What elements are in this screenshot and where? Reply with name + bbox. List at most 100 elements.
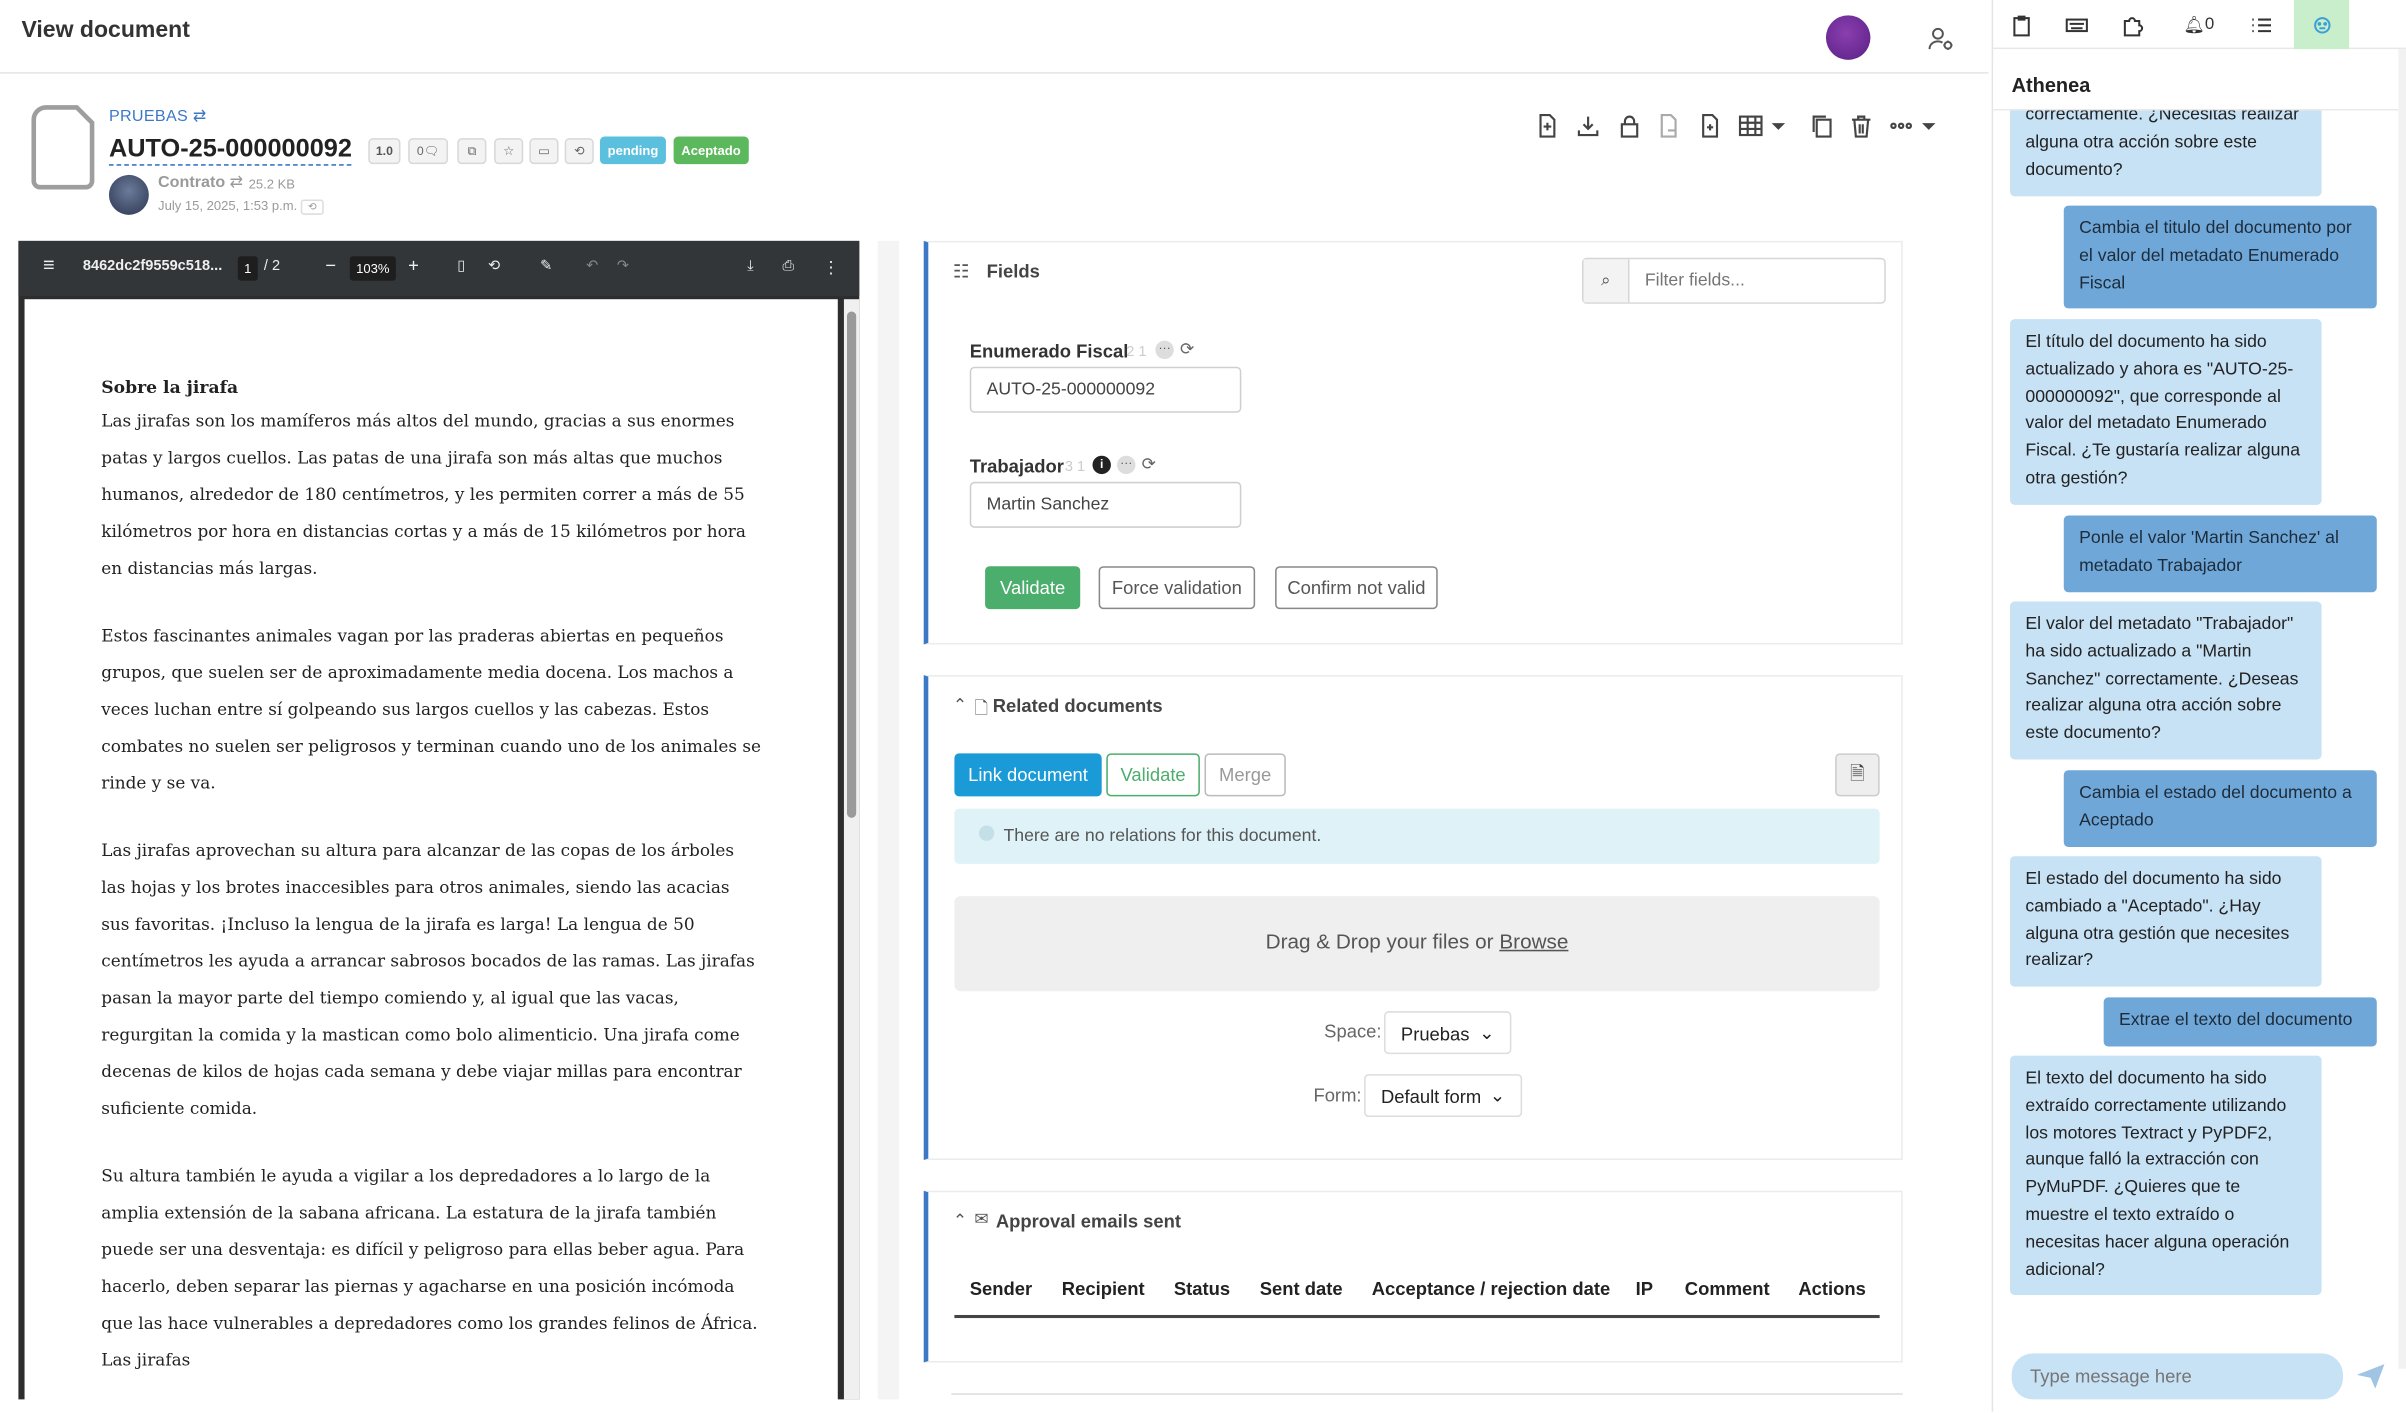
lock-icon[interactable] <box>1614 110 1645 141</box>
download-icon[interactable]: ⤓ <box>747 258 753 275</box>
form-label: Form: <box>1313 1084 1362 1107</box>
rotate-icon[interactable]: ⟲ <box>488 258 500 275</box>
panel-resize-handle[interactable] <box>877 240 900 1400</box>
history-icon[interactable]: ⟲ <box>300 199 324 215</box>
link-document-button[interactable]: Link document <box>954 753 1102 797</box>
validate-relations-button[interactable]: Validate <box>1106 753 1200 797</box>
space-link[interactable]: PRUEBAS ⇄ <box>109 107 207 125</box>
column-header[interactable]: Sent date <box>1260 1278 1343 1299</box>
tasks-icon[interactable] <box>2233 0 2288 49</box>
chevron-down-icon[interactable] <box>1768 110 1789 141</box>
filter-fields-input[interactable] <box>1629 259 1876 303</box>
zoom-in-icon[interactable]: + <box>408 255 419 276</box>
comments-chip[interactable]: 0 🗨︎ <box>408 138 449 165</box>
merge-button[interactable]: Merge <box>1204 753 1286 797</box>
page-paragraph: Las jirafas aprovechan su altura para al… <box>101 840 755 1119</box>
chevron-down-icon: ⌄ <box>1479 1021 1495 1044</box>
refresh-icon[interactable]: ⟳ <box>1142 454 1156 474</box>
add-file-icon[interactable]: 🗎︎ <box>1835 753 1880 797</box>
column-header[interactable]: Actions <box>1798 1278 1866 1299</box>
browse-link[interactable]: Browse <box>1499 930 1568 953</box>
table-icon[interactable] <box>1735 110 1766 141</box>
column-header[interactable]: Acceptance / rejection date <box>1372 1278 1610 1299</box>
space-name[interactable]: PRUEBAS <box>109 107 188 125</box>
user-message: Cambia el titulo del documento por el va… <box>2063 205 2377 310</box>
pdf-icon[interactable] <box>1654 110 1685 141</box>
share-chip[interactable]: ⧉ <box>457 138 487 165</box>
trash-icon[interactable] <box>1846 110 1877 141</box>
force-validation-button[interactable]: Force validation <box>1098 566 1256 610</box>
duplicate-icon[interactable] <box>1806 110 1837 141</box>
column-header[interactable]: Comment <box>1685 1278 1770 1299</box>
fit-page-icon[interactable]: ▯ <box>457 258 465 275</box>
file-size: 25.2 KB <box>248 176 295 192</box>
refresh-icon[interactable]: ⟳ <box>1180 339 1194 359</box>
more-icon[interactable]: ··· <box>1117 455 1136 475</box>
confirm-not-valid-button[interactable]: Confirm not valid <box>1275 566 1438 610</box>
pdf-scrollbar[interactable] <box>843 299 860 1400</box>
favorite-chip[interactable]: ☆ <box>494 138 524 165</box>
chevron-down-icon: ⌄ <box>1489 1084 1506 1107</box>
assistant-icon[interactable] <box>2293 0 2350 50</box>
notifications-tab[interactable]: 🔔︎ 0 <box>2168 0 2229 49</box>
sidebar-tabs: 🔔︎ 0 <box>1993 0 2406 50</box>
fields-title: Fields <box>986 260 1040 283</box>
filter-fields-box: ⌕ <box>1581 257 1886 304</box>
user-settings-icon[interactable] <box>1927 25 1955 53</box>
version-chip[interactable]: 1.0 <box>368 138 401 165</box>
redo-icon[interactable]: ↷ <box>617 258 629 275</box>
file-dropzone[interactable]: Drag & Drop your files or Browse <box>954 896 1880 992</box>
field-label-enumerado-fiscal: Enumerado Fiscal <box>969 340 1129 363</box>
column-header[interactable]: IP <box>1636 1278 1653 1299</box>
chat-title: Athenea <box>1993 61 2399 111</box>
status-badge-pending[interactable]: pending <box>599 136 667 165</box>
chevron-up-icon[interactable]: ⌃ <box>953 695 967 715</box>
undo-icon[interactable]: ↶ <box>586 258 598 275</box>
clipboard-icon[interactable] <box>1993 0 2048 49</box>
pdf-toolbar: ≡ 8462dc2f9559c518... 1 / 2 − 103% + ▯ ⟲… <box>18 240 860 297</box>
annotate-icon[interactable]: ✎ <box>540 258 552 275</box>
space-label: Space: <box>1324 1020 1382 1042</box>
approval-emails-panel: ⌃ ✉ Approval emails sent Sender Recipien… <box>923 1190 1903 1363</box>
info-icon <box>978 825 995 841</box>
column-header[interactable]: Recipient <box>1062 1278 1145 1299</box>
info-icon[interactable]: i <box>1092 455 1111 475</box>
document-title[interactable]: AUTO-25-000000092 <box>108 133 352 166</box>
chevron-up-icon[interactable]: ⌃ <box>953 1211 967 1230</box>
enumerado-fiscal-input[interactable]: AUTO-25-000000092 <box>969 366 1242 413</box>
scrollbar-thumb[interactable] <box>846 311 857 818</box>
more-icon[interactable] <box>1886 110 1917 141</box>
more-icon[interactable]: ··· <box>1155 340 1174 360</box>
envelope-icon: ✉ <box>974 1210 989 1230</box>
new-version-icon[interactable] <box>1531 110 1562 141</box>
more-icon[interactable]: ⋮ <box>822 258 839 277</box>
file-icon <box>31 105 95 190</box>
avatar[interactable] <box>1825 15 1871 60</box>
chat-message-input[interactable] <box>2011 1353 2344 1400</box>
space-select[interactable]: Pruebas ⌄ <box>1384 1011 1512 1055</box>
validate-button[interactable]: Validate <box>985 566 1081 610</box>
bell-icon: 🔔︎ <box>2183 16 2205 35</box>
puzzle-icon[interactable] <box>2104 0 2159 49</box>
column-header[interactable]: Sender <box>970 1278 1032 1299</box>
zoom-out-icon[interactable]: − <box>325 255 336 276</box>
download-icon[interactable] <box>1573 110 1604 141</box>
zoom-level[interactable]: 103% <box>349 256 396 281</box>
document-type-label: Contrato <box>158 173 226 192</box>
folder-chip[interactable]: ▭ <box>529 138 559 165</box>
document-type[interactable]: Contrato ⇄ <box>158 173 243 191</box>
send-icon[interactable] <box>2355 1363 2386 1391</box>
page-number-input[interactable]: 1 <box>237 256 258 281</box>
menu-icon[interactable]: ≡ <box>43 253 55 276</box>
chevron-down-icon[interactable] <box>1918 110 1939 141</box>
pdf-viewer: ≡ 8462dc2f9559c518... 1 / 2 − 103% + ▯ ⟲… <box>18 240 860 1404</box>
keyboard-icon[interactable] <box>2048 0 2103 49</box>
print-icon[interactable]: ⎙ <box>783 258 795 275</box>
copy-file-icon[interactable] <box>1694 110 1725 141</box>
form-select[interactable]: Default form ⌄ <box>1364 1074 1523 1118</box>
trabajador-input[interactable]: Martin Sanchez <box>969 481 1242 528</box>
status-badge-accepted[interactable]: Aceptado <box>673 136 749 165</box>
sync-chip[interactable]: ⟲ <box>564 138 594 165</box>
column-header[interactable]: Status <box>1174 1278 1230 1299</box>
chat-scrollbar[interactable] <box>2398 49 2406 1369</box>
